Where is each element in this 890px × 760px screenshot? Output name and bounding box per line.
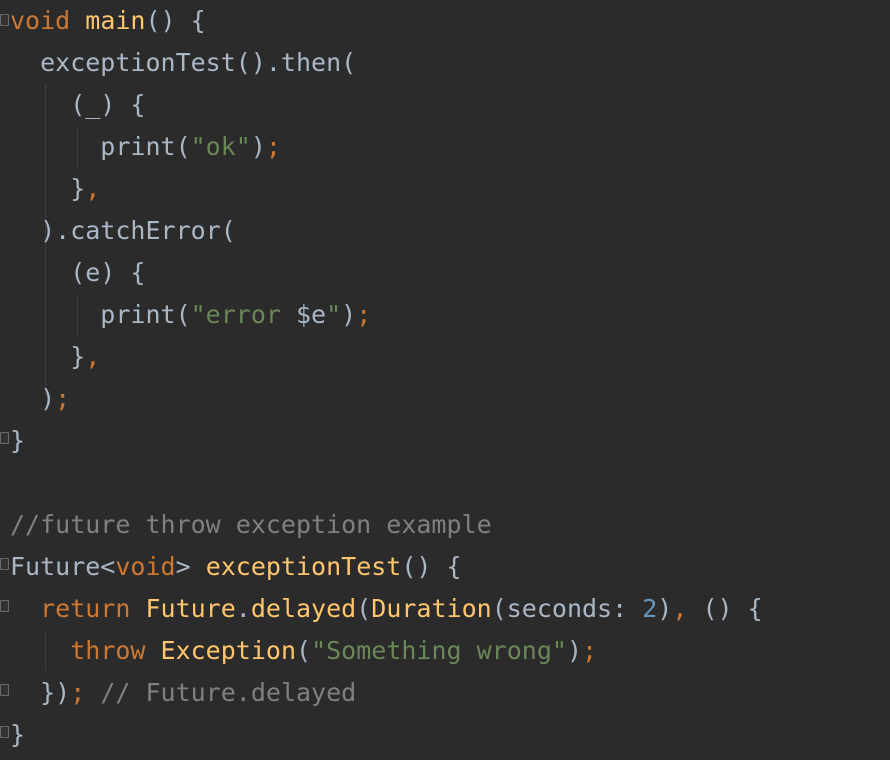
code-token: ( bbox=[356, 594, 372, 623]
code-token: ) bbox=[341, 300, 357, 329]
code-token: print( bbox=[10, 132, 191, 161]
code-token: () { bbox=[401, 552, 462, 581]
fold-marker-icon[interactable] bbox=[0, 558, 9, 570]
code-token: //future throw exception example bbox=[10, 510, 492, 539]
code-line[interactable]: return Future.delayed(Duration(seconds: … bbox=[10, 588, 763, 630]
code-token: Exception bbox=[160, 636, 296, 665]
fold-marker-icon[interactable] bbox=[0, 726, 9, 738]
code-token: return bbox=[40, 594, 146, 623]
code-token: ; bbox=[265, 132, 281, 161]
code-token: Future bbox=[145, 594, 236, 623]
code-line[interactable]: (e) { bbox=[10, 252, 145, 294]
code-token: "error bbox=[190, 300, 296, 329]
fold-marker-icon[interactable] bbox=[0, 14, 9, 26]
code-token: $e bbox=[295, 300, 327, 329]
code-token: void bbox=[10, 6, 71, 35]
code-token: () { bbox=[145, 6, 206, 35]
code-editor[interactable]: void main() { exceptionTest().then( (_) … bbox=[0, 0, 890, 760]
code-token: ( bbox=[296, 636, 312, 665]
code-line[interactable]: void main() { bbox=[10, 0, 206, 42]
code-token: . bbox=[235, 594, 251, 623]
code-line[interactable]: throw Exception("Something wrong"); bbox=[10, 630, 597, 672]
code-token: // Future.delayed bbox=[85, 678, 357, 707]
code-line[interactable]: }); // Future.delayed bbox=[10, 672, 356, 714]
code-token: () { bbox=[702, 594, 763, 623]
code-line[interactable]: ).catchError( bbox=[10, 210, 236, 252]
code-token: ) bbox=[10, 384, 56, 413]
code-token: ; bbox=[582, 636, 598, 665]
code-line[interactable]: ); bbox=[10, 378, 70, 420]
code-token: , bbox=[85, 342, 101, 371]
code-token: print( bbox=[10, 300, 191, 329]
code-token: throw bbox=[70, 636, 161, 665]
code-token: ) bbox=[657, 594, 673, 623]
code-token: ) bbox=[250, 132, 266, 161]
code-token: } bbox=[10, 342, 86, 371]
code-token: exceptionTest().then( bbox=[10, 48, 357, 77]
code-token: , bbox=[85, 174, 101, 203]
code-line[interactable]: //future throw exception example bbox=[10, 504, 492, 546]
code-token: } bbox=[10, 720, 26, 749]
code-line[interactable]: print("error $e"); bbox=[10, 294, 371, 336]
fold-marker-icon[interactable] bbox=[0, 432, 9, 444]
code-token: Duration bbox=[371, 594, 492, 623]
code-token: ; bbox=[356, 300, 372, 329]
code-token: } bbox=[10, 174, 86, 203]
fold-marker-icon[interactable] bbox=[0, 684, 9, 696]
code-token: " bbox=[326, 300, 342, 329]
code-token: ).catchError( bbox=[10, 216, 236, 245]
code-token: exceptionTest bbox=[205, 552, 402, 581]
code-token: "Something wrong" bbox=[311, 636, 567, 665]
code-token: "ok" bbox=[190, 132, 251, 161]
code-token: (_) { bbox=[10, 90, 146, 119]
code-token: ; bbox=[55, 384, 71, 413]
code-line[interactable]: (_) { bbox=[10, 84, 145, 126]
code-line[interactable]: print("ok"); bbox=[10, 126, 281, 168]
code-token: (e) { bbox=[10, 258, 146, 287]
code-token: 2 bbox=[642, 594, 658, 623]
code-token: main bbox=[85, 6, 146, 35]
code-token: ) bbox=[566, 636, 582, 665]
code-token: }) bbox=[10, 678, 71, 707]
code-token: } bbox=[10, 426, 26, 455]
code-token: void bbox=[115, 552, 176, 581]
code-line[interactable]: } bbox=[10, 714, 25, 756]
code-token: Future< bbox=[10, 552, 116, 581]
code-token: (seconds: bbox=[491, 594, 643, 623]
code-token: ; bbox=[70, 678, 86, 707]
code-line[interactable]: } bbox=[10, 420, 25, 462]
code-token: > bbox=[175, 552, 206, 581]
code-token: delayed bbox=[250, 594, 357, 623]
code-line[interactable]: }, bbox=[10, 336, 100, 378]
code-line[interactable]: }, bbox=[10, 168, 100, 210]
code-line[interactable]: Future<void> exceptionTest() { bbox=[10, 546, 462, 588]
code-line[interactable]: exceptionTest().then( bbox=[10, 42, 356, 84]
code-token: , bbox=[672, 594, 703, 623]
fold-marker-icon[interactable] bbox=[0, 600, 9, 612]
